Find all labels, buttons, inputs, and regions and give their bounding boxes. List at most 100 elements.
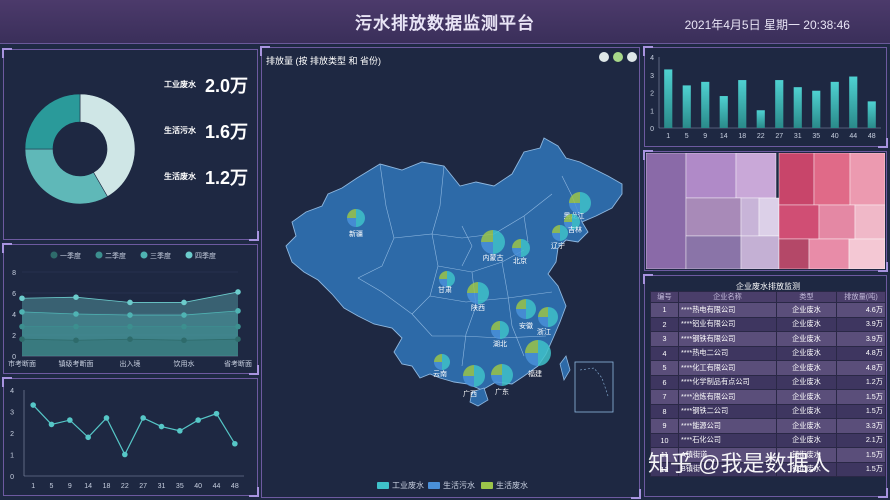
x-tick-label: 48: [231, 483, 239, 490]
bar: [719, 96, 728, 128]
y-tick-label: 0: [10, 474, 14, 481]
stat-value-industrial: 2.0万: [205, 76, 249, 96]
x-tick-label: 省考断面: [224, 359, 252, 368]
column-header[interactable]: 类型: [776, 291, 837, 303]
legend-marker: [95, 251, 103, 259]
y-tick-label: 2: [10, 431, 14, 438]
data-point: [235, 336, 241, 342]
table-row[interactable]: 6 ****化学制品有点公司 企业废水 1.2万: [650, 374, 886, 390]
x-tick-label: 40: [831, 133, 839, 140]
data-point: [140, 415, 146, 421]
cell-amount: 2.1万: [836, 432, 886, 448]
map-legend-domestic-waste[interactable]: 生活废水: [481, 480, 528, 491]
data-point: [122, 451, 128, 458]
table-row[interactable]: 1 ****热电有限公司 企业废水 4.6万: [650, 302, 886, 318]
column-header[interactable]: 排放量(吨): [836, 291, 886, 303]
x-tick-label: 镇级考断面: [59, 359, 94, 368]
x-tick-label: 出入境: [120, 359, 141, 368]
data-point: [177, 428, 183, 434]
china-map: 新疆内蒙古黑龙江吉林辽宁北京甘肃陕西安徽浙江湖北福建云南广西广东: [285, 137, 623, 413]
y-tick-label: 6: [12, 291, 16, 298]
cell-amount: 3.3万: [836, 418, 886, 434]
data-point: [67, 417, 73, 423]
line-chart: 0 1 2 3 4 1 5 9 14 18 22 27 31 35 40 44 48: [10, 388, 244, 490]
cell-amount: 1.5万: [836, 389, 886, 405]
stat-value-domestic-sewage: 1.6万: [205, 122, 249, 142]
y-tick-label: 4: [10, 388, 14, 395]
table-row[interactable]: 2 ****铝业有限公司 企业废水 3.9万: [650, 316, 886, 332]
treemap-cell: [685, 153, 737, 199]
treemap-cell: [740, 235, 780, 269]
treemap-chart: [646, 153, 885, 269]
data-point: [73, 294, 79, 300]
table-row[interactable]: 5 ****化工有限公司 企业废水 4.8万: [650, 360, 886, 376]
cell-company: ****钢铁有限公司: [678, 331, 777, 347]
x-tick-label: 18: [103, 483, 111, 490]
x-tick-label: 44: [849, 133, 857, 140]
south-sea-inset: [574, 361, 614, 413]
data-point: [85, 434, 91, 441]
treemap-cell: [685, 197, 742, 237]
map-legend-domestic-sewage[interactable]: 生活污水: [428, 480, 475, 491]
province-label: 浙江: [537, 327, 551, 336]
legend-swatch: [481, 482, 493, 490]
province-label: 吉林: [568, 225, 582, 234]
treemap-cell: [818, 204, 856, 240]
legend-marker: [50, 251, 58, 259]
area-chart: 一季度 二季度 三季度 四季度 0 2 4 6 8 市考断面 镇级考断面 出入境 饮用水 省考断面: [8, 251, 252, 368]
bar: [849, 76, 858, 128]
x-tick-label: 31: [794, 133, 802, 140]
y-tick-label: 3: [650, 73, 654, 80]
legend-label: 一季度: [60, 251, 81, 260]
x-tick-label: 35: [176, 483, 184, 490]
bar: [682, 85, 691, 128]
cell-id: 9: [650, 418, 679, 434]
column-header[interactable]: 企业名称: [678, 291, 777, 303]
bar: [664, 69, 673, 128]
stat-value-domestic-waste: 1.2万: [205, 168, 249, 188]
table-row[interactable]: 8 ****钢铁二公司 企业废水 1.5万: [650, 403, 886, 419]
data-point: [235, 308, 241, 314]
cell-type: 企业废水: [776, 345, 837, 361]
data-point: [181, 299, 187, 306]
table-row[interactable]: 3 ****钢铁有限公司 企业废水 3.9万: [650, 331, 886, 347]
data-view-icon[interactable]: [613, 52, 623, 62]
cell-type: 企业废水: [776, 360, 837, 376]
y-tick-label: 8: [12, 270, 16, 277]
data-point: [73, 337, 79, 344]
cell-id: 5: [650, 360, 679, 376]
x-tick-label: 48: [868, 133, 876, 140]
bar: [756, 110, 765, 128]
stat-label-domestic-waste: 生活废水: [164, 172, 196, 181]
stat-label-industrial: 工业废水: [164, 80, 196, 89]
bar: [867, 101, 876, 128]
table-row[interactable]: 7 ****冶炼有限公司 企业废水 1.5万: [650, 389, 886, 405]
data-point: [30, 402, 36, 408]
x-tick-label: 1: [666, 133, 670, 140]
bar: [812, 90, 821, 128]
save-image-icon[interactable]: [627, 52, 637, 62]
data-point: [19, 295, 25, 302]
y-tick-label: 1: [10, 453, 14, 460]
cell-id: 4: [650, 345, 679, 361]
cell-company: ****铝业有限公司: [678, 316, 777, 332]
x-tick-label: 9: [68, 483, 72, 490]
table-row[interactable]: 9 ****能源公司 企业废水 3.3万: [650, 418, 886, 434]
table-row[interactable]: 4 ****热电二公司 企业废水 4.8万: [650, 345, 886, 361]
x-tick-label: 饮用水: [174, 359, 195, 368]
y-tick-label: 4: [650, 55, 654, 62]
province-label: 内蒙古: [483, 253, 504, 262]
legend-marker: [140, 251, 148, 259]
cell-company: ****化学制品有点公司: [678, 374, 777, 390]
bar: [701, 81, 710, 128]
cell-company: ****化工有限公司: [678, 360, 777, 376]
taiwan-island: [559, 355, 571, 382]
data-point: [127, 299, 133, 306]
province-label: 甘肃: [438, 285, 452, 294]
column-header[interactable]: 编号: [650, 291, 679, 303]
restore-icon[interactable]: [599, 52, 609, 62]
x-tick-label: 27: [775, 133, 783, 140]
cell-id: 7: [650, 389, 679, 405]
map-legend-industrial[interactable]: 工业废水: [377, 480, 424, 491]
y-tick-label: 3: [10, 410, 14, 417]
